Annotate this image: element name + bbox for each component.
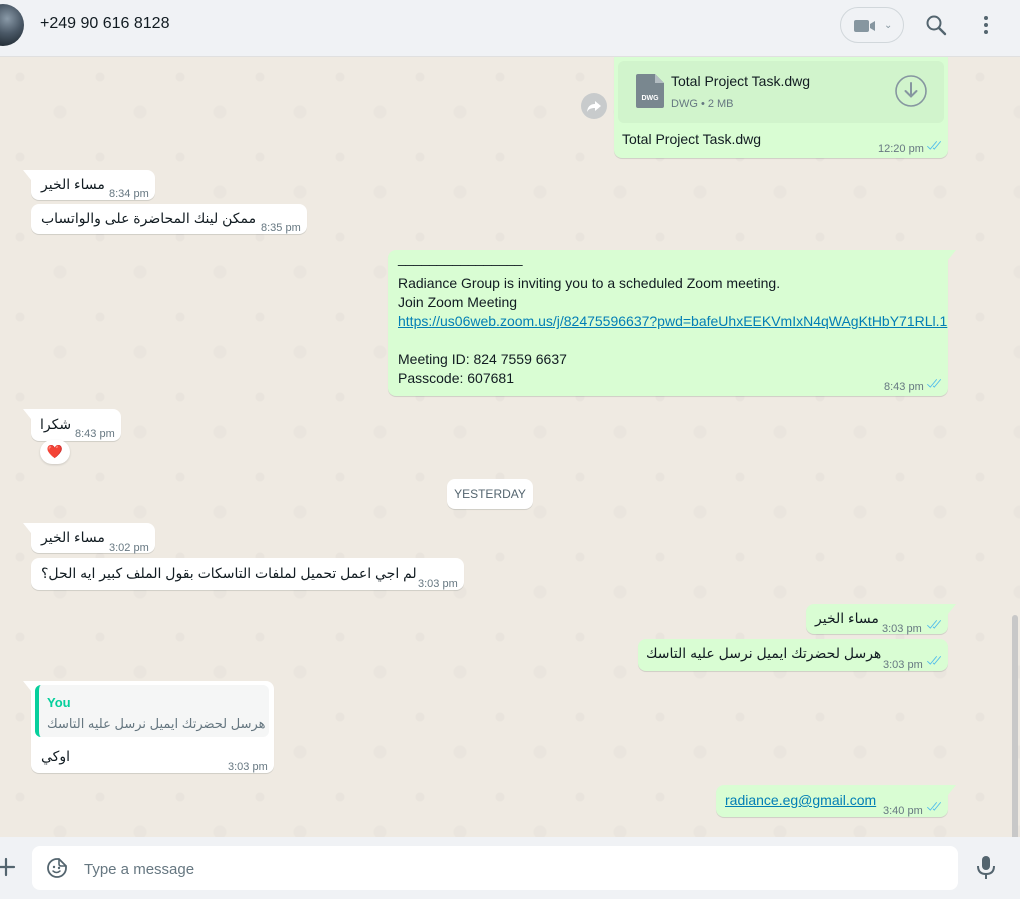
read-ticks-icon: [926, 141, 942, 152]
zoom-meeting-link[interactable]: https://us06web.zoom.us/j/82475596637?pw…: [398, 312, 947, 331]
file-caption: Total Project Task.dwg: [622, 131, 762, 147]
quote-text: هرسل لحضرتك ايميل نرسل عليه التاسك: [47, 716, 266, 731]
day-divider: YESTERDAY: [447, 479, 533, 509]
read-ticks-icon: [926, 802, 942, 813]
heart-reaction[interactable]: ❤️: [40, 440, 70, 464]
chat-header: +249 90 616 8128 ⌄: [0, 0, 1020, 57]
message-text: مساء الخير: [815, 610, 879, 626]
menu-dots-icon[interactable]: [976, 13, 996, 37]
scrollbar[interactable]: [1012, 615, 1018, 837]
outgoing-message[interactable]: هرسل لحضرتك ايميل نرسل عليه التاسك 3:03 …: [638, 639, 948, 671]
forward-icon: [587, 101, 601, 112]
message-text: شكرا: [40, 416, 72, 432]
contact-name[interactable]: +249 90 616 8128: [40, 15, 169, 33]
message-time: 3:03 pm: [418, 578, 458, 590]
chevron-down-icon: ⌄: [884, 20, 893, 31]
sticker-icon[interactable]: [46, 857, 68, 879]
incoming-message[interactable]: ممكن لينك المحاضرة على والواتساب 8:35 pm: [31, 204, 307, 234]
video-call-button[interactable]: ⌄: [840, 7, 904, 43]
message-text: ممكن لينك المحاضرة على والواتساب: [41, 210, 257, 226]
incoming-reply-message[interactable]: You هرسل لحضرتك ايميل نرسل عليه التاسك ا…: [23, 681, 274, 773]
message-text: مساء الخير: [41, 529, 105, 545]
file-message[interactable]: DWG Total Project Task.dwg DWG • 2 MB To…: [614, 57, 948, 158]
composer-bar: [0, 837, 1020, 899]
message-input-wrapper[interactable]: [32, 846, 958, 892]
search-icon[interactable]: [924, 13, 948, 37]
outgoing-message[interactable]: radiance.eg@gmail.com 3:40 pm: [716, 785, 956, 817]
download-icon[interactable]: [894, 74, 928, 108]
message-time: 3:03 pm: [228, 761, 268, 773]
meeting-passcode: Passcode: 607681: [398, 370, 514, 386]
dwg-file-icon: DWG: [636, 74, 664, 108]
read-ticks-icon: [926, 656, 942, 667]
message-time: 8:43 pm: [75, 428, 115, 440]
chat-panel[interactable]: DWG Total Project Task.dwg DWG • 2 MB To…: [0, 57, 1020, 837]
message-text: Radiance Group is inviting you to a sche…: [398, 275, 781, 291]
file-name: Total Project Task.dwg: [671, 73, 811, 89]
message-text: Join Zoom Meeting: [398, 294, 518, 310]
file-card[interactable]: DWG Total Project Task.dwg DWG • 2 MB: [618, 61, 944, 123]
video-camera-icon: [854, 20, 875, 32]
microphone-icon[interactable]: [975, 855, 997, 881]
message-time: 8:43 pm: [884, 381, 924, 393]
svg-text:DWG: DWG: [641, 95, 659, 102]
email-link[interactable]: radiance.eg@gmail.com: [725, 791, 876, 810]
message-text: لم اجي اعمل تحميل لملفات التاسكات بقول ا…: [41, 565, 417, 581]
incoming-message[interactable]: شكرا 8:43 pm: [23, 409, 121, 441]
incoming-message[interactable]: مساء الخير 8:34 pm: [23, 170, 155, 200]
message-time: 3:03 pm: [882, 623, 922, 635]
incoming-message[interactable]: مساء الخير 3:02 pm: [23, 523, 155, 554]
message-time: 12:20 pm: [878, 143, 924, 155]
avatar[interactable]: [0, 4, 24, 46]
message-input[interactable]: [82, 846, 946, 892]
quote-author: You: [47, 695, 71, 710]
message-text: مساء الخير: [41, 176, 105, 192]
forward-button[interactable]: [581, 93, 607, 119]
message-text: اوكي: [41, 748, 70, 764]
message-time: 3:02 pm: [109, 542, 149, 554]
message-time: 3:03 pm: [883, 659, 923, 671]
quoted-message[interactable]: You هرسل لحضرتك ايميل نرسل عليه التاسك: [35, 685, 269, 737]
file-meta: DWG • 2 MB: [671, 98, 734, 110]
outgoing-message[interactable]: ________________ Radiance Group is invit…: [388, 250, 956, 396]
read-ticks-icon: [926, 620, 942, 631]
message-time: 8:34 pm: [109, 188, 149, 200]
message-time: 8:35 pm: [261, 222, 301, 234]
meeting-id: Meeting ID: 824 7559 6637: [398, 351, 567, 367]
outgoing-message[interactable]: مساء الخير 3:03 pm: [806, 604, 956, 635]
message-time: 3:40 pm: [883, 805, 923, 817]
incoming-message[interactable]: لم اجي اعمل تحميل لملفات التاسكات بقول ا…: [31, 558, 464, 590]
message-rule: ________________: [398, 250, 523, 266]
message-text: هرسل لحضرتك ايميل نرسل عليه التاسك: [646, 645, 882, 661]
plus-icon[interactable]: [0, 855, 18, 879]
read-ticks-icon: [926, 379, 942, 390]
